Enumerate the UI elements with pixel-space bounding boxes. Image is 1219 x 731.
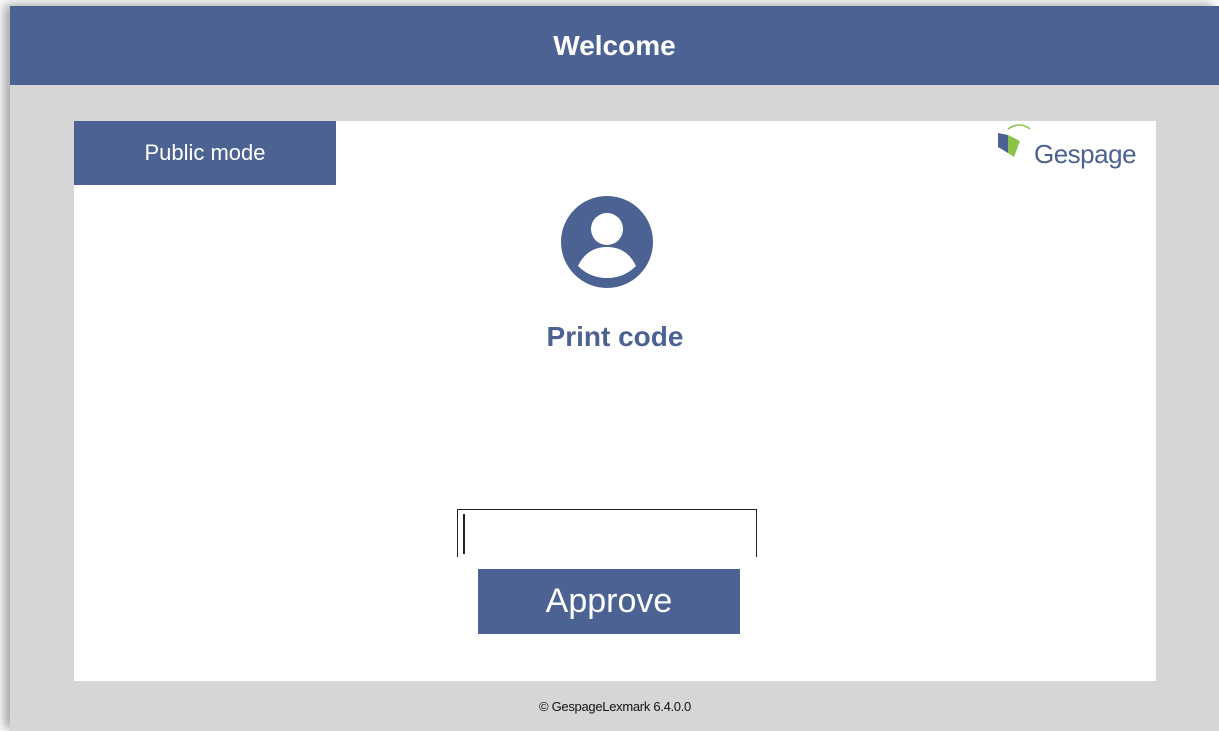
screen: Welcome Public mode Gespage Print code A… [0,0,1219,731]
page-title: Welcome [553,29,676,61]
user-avatar-icon [561,196,653,288]
print-code-heading: Print code [546,321,684,352]
public-mode-tab[interactable]: Public mode [74,121,336,185]
public-mode-label: Public mode [144,140,266,165]
device-frame: Welcome Public mode Gespage Print code A… [10,6,1219,731]
gespage-logo: Gespage [994,123,1144,173]
main-panel: Public mode Gespage Print code Approve [74,121,1156,681]
logo-text: Gespage [1034,139,1137,169]
title-bar: Welcome [10,6,1219,85]
text-caret [463,514,465,554]
approve-button[interactable]: Approve [478,569,740,634]
gespage-logo-icon [998,124,1031,157]
print-code-input[interactable] [457,509,757,557]
footer-copyright: © GespageLexmark 6.4.0.0 [539,698,691,714]
